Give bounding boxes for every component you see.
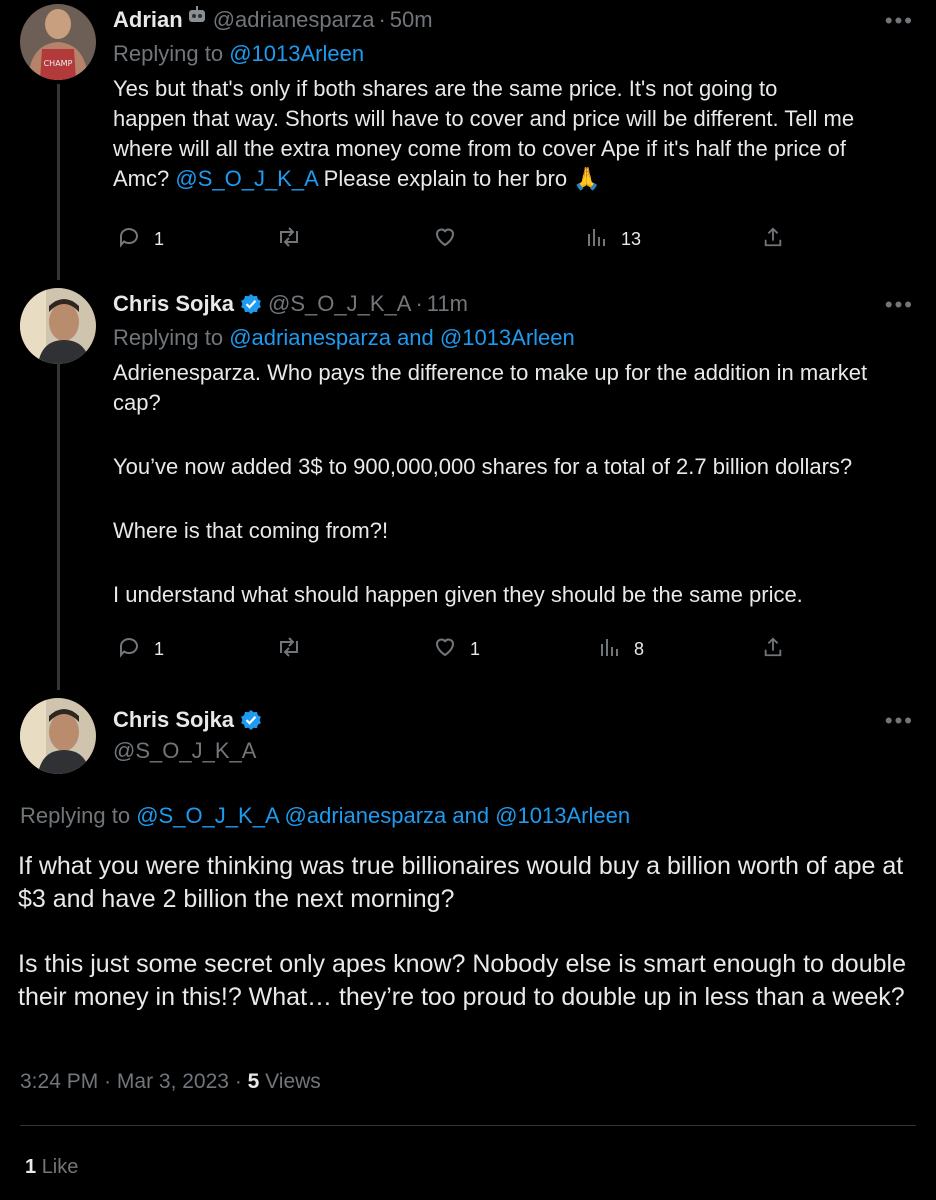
reply-icon <box>116 225 142 254</box>
tweet-paragraph: I understand what should happen given th… <box>113 582 803 607</box>
tweet-paragraph: You’ve now added 3$ to 900,000,000 share… <box>113 454 853 479</box>
separator-dot: · <box>415 291 423 316</box>
retweet-icon <box>275 635 303 664</box>
tweet-text-line: where will all the extra money come from… <box>113 136 846 161</box>
reply-button[interactable]: 1 <box>116 225 164 254</box>
thread-line <box>57 364 60 690</box>
tweet-paragraph: If what you were thinking was true billi… <box>18 852 904 913</box>
tweet-paragraph: Is this just some secret only apes know?… <box>18 950 906 1011</box>
more-icon[interactable]: ••• <box>885 8 914 34</box>
timestamp[interactable]: 50m <box>390 6 433 34</box>
tweet-adrian[interactable]: CHAMP Adrian @adrianesparza · 50m Replyi… <box>0 0 936 280</box>
view-count: 8 <box>634 639 645 659</box>
replying-to-link[interactable]: @adrianesparza and @1013Arleen <box>229 325 575 350</box>
more-icon[interactable]: ••• <box>885 292 914 318</box>
replying-to-link[interactable]: @1013Arleen <box>229 41 364 66</box>
separator-dot: · <box>378 7 386 32</box>
like-count: 1 <box>470 639 481 659</box>
view-count: 13 <box>621 229 642 249</box>
tweet-text-line: Yes but that's only if both shares are t… <box>113 76 778 101</box>
tweet-chris-reply[interactable]: Chris Sojka @S_O_J_K_A · 11m Replying to… <box>0 280 936 690</box>
tweet-text: Yes but that's only if both shares are t… <box>113 74 916 194</box>
views-icon <box>585 225 609 254</box>
replying-to-link[interactable]: @S_O_J_K_A @adrianesparza and @1013Arlee… <box>136 803 630 828</box>
share-icon <box>762 225 784 254</box>
likes-summary[interactable]: 1 Like <box>25 1156 78 1179</box>
author-name[interactable]: Adrian <box>113 6 183 34</box>
svg-text:CHAMP: CHAMP <box>44 59 73 68</box>
views-button[interactable]: 13 <box>585 225 641 254</box>
mention-link[interactable]: @S_O_J_K_A <box>175 166 317 191</box>
text-segment: Please explain to her bro 🙏 <box>317 166 601 191</box>
reply-button[interactable]: 1 <box>116 635 164 664</box>
replying-prefix: Replying to <box>113 325 224 350</box>
post-time[interactable]: 3:24 PM <box>20 1070 98 1093</box>
thread-line <box>57 84 60 280</box>
author-handle[interactable]: @S_O_J_K_A <box>113 738 262 764</box>
like-icon <box>432 225 458 254</box>
reply-count: 1 <box>154 639 165 659</box>
reply-icon <box>116 635 142 664</box>
tweet-text-line: happen that way. Shorts will have to cov… <box>113 106 855 131</box>
more-icon[interactable]: ••• <box>885 708 914 734</box>
author-handle[interactable]: @adrianesparza <box>213 6 375 34</box>
tweet-paragraph: Where is that coming from?! <box>113 518 389 543</box>
views-label: Views <box>265 1070 321 1093</box>
tweet-paragraph: Adrienesparza. Who pays the difference t… <box>113 360 868 415</box>
robot-emoji-icon <box>187 6 207 34</box>
verified-badge-icon <box>240 293 262 315</box>
author-handle[interactable]: @S_O_J_K_A <box>268 290 411 318</box>
post-date[interactable]: Mar 3, 2023 <box>117 1070 229 1093</box>
tweet-text: Adrienesparza. Who pays the difference t… <box>113 358 916 610</box>
retweet-button[interactable] <box>275 225 303 254</box>
author-block: Chris Sojka @S_O_J_K_A <box>113 706 262 764</box>
separator-dot: · <box>234 1070 248 1093</box>
likes-count: 1 <box>25 1156 37 1178</box>
author-name[interactable]: Chris Sojka <box>113 290 234 318</box>
avatar[interactable] <box>20 698 96 774</box>
replying-to: Replying to @1013Arleen <box>113 40 916 68</box>
share-button[interactable] <box>762 225 784 254</box>
tweet-text-line: Amc? @S_O_J_K_A Please explain to her br… <box>113 164 916 194</box>
avatar[interactable] <box>20 288 96 364</box>
like-button[interactable]: 1 <box>432 635 480 664</box>
replying-to: Replying to @S_O_J_K_A @adrianesparza an… <box>20 803 630 829</box>
views-count: 5 <box>247 1070 260 1093</box>
retweet-button[interactable] <box>275 635 303 664</box>
replying-to: Replying to @adrianesparza and @1013Arle… <box>113 324 916 352</box>
reply-count: 1 <box>154 229 165 249</box>
main-tweet-text: If what you were thinking was true billi… <box>18 850 916 1014</box>
verified-badge-icon <box>240 709 262 731</box>
separator-dot: · <box>104 1070 117 1093</box>
like-icon <box>432 635 458 664</box>
divider <box>20 1125 916 1126</box>
views-button[interactable]: 8 <box>598 635 644 664</box>
conversation-thread: CHAMP Adrian @adrianesparza · 50m Replyi… <box>0 0 936 1200</box>
author-name[interactable]: Chris Sojka <box>113 706 234 734</box>
like-button[interactable] <box>432 225 458 254</box>
tweet-meta: 3:24 PM · Mar 3, 2023 · 5 Views <box>20 1070 321 1094</box>
timestamp[interactable]: 11m <box>427 290 468 318</box>
likes-label: Like <box>41 1156 79 1178</box>
share-icon <box>762 635 784 664</box>
replying-prefix: Replying to <box>113 41 224 66</box>
views-icon <box>598 635 622 664</box>
retweet-icon <box>275 225 303 254</box>
replying-prefix: Replying to <box>20 803 131 828</box>
avatar[interactable]: CHAMP <box>20 4 96 80</box>
share-button[interactable] <box>762 635 784 664</box>
text-segment: Amc? <box>113 166 176 191</box>
